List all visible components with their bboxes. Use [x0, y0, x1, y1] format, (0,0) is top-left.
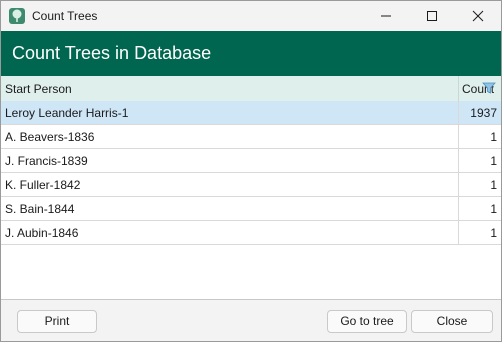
cell-separator	[458, 149, 459, 172]
count-trees-window: Count Trees Count Trees in Database Star…	[0, 0, 502, 342]
table-row[interactable]: K. Fuller-1842 1	[1, 173, 501, 197]
table-row[interactable]: S. Bain-1844 1	[1, 197, 501, 221]
cell-separator	[458, 197, 459, 220]
cell-separator	[458, 221, 459, 244]
cell-start-person: Leroy Leander Harris-1	[5, 106, 129, 120]
cell-start-person: A. Beavers-1836	[5, 130, 95, 144]
cell-count: 1	[490, 226, 497, 240]
column-header-start-person[interactable]: Start Person	[5, 82, 72, 96]
table-row[interactable]: J. Francis-1839 1	[1, 149, 501, 173]
cell-count: 1	[490, 130, 497, 144]
cell-count: 1	[490, 178, 497, 192]
cell-count: 1	[490, 202, 497, 216]
minimize-icon	[381, 15, 391, 17]
dialog-header: Count Trees in Database	[1, 31, 501, 76]
print-button[interactable]: Print	[17, 310, 97, 333]
trees-grid[interactable]: Start Person Count Leroy Leander Harris-…	[1, 76, 501, 300]
cell-separator	[458, 125, 459, 148]
cell-count: 1937	[470, 106, 497, 120]
close-button[interactable]: Close	[411, 310, 493, 333]
cell-separator	[458, 101, 459, 124]
title-bar[interactable]: Count Trees	[1, 1, 501, 31]
go-to-tree-button[interactable]: Go to tree	[327, 310, 407, 333]
grid-header: Start Person Count	[1, 76, 501, 102]
table-row[interactable]: A. Beavers-1836 1	[1, 125, 501, 149]
maximize-icon	[427, 11, 437, 21]
cell-start-person: J. Francis-1839	[5, 154, 88, 168]
window-title: Count Trees	[32, 9, 98, 23]
table-row[interactable]: J. Aubin-1846 1	[1, 221, 501, 245]
table-row-selected[interactable]: Leroy Leander Harris-1 1937	[1, 101, 501, 125]
cell-separator	[458, 173, 459, 196]
cell-start-person: S. Bain-1844	[5, 202, 75, 216]
cell-start-person: J. Aubin-1846	[5, 226, 79, 240]
tree-icon	[9, 8, 25, 24]
close-window-button[interactable]	[455, 1, 501, 31]
close-icon	[472, 10, 484, 22]
cell-start-person: K. Fuller-1842	[5, 178, 81, 192]
column-separator[interactable]	[458, 76, 459, 101]
header-title: Count Trees in Database	[12, 43, 212, 63]
cell-count: 1	[490, 154, 497, 168]
filter-icon[interactable]	[482, 82, 496, 94]
minimize-button[interactable]	[363, 1, 409, 31]
maximize-button[interactable]	[409, 1, 455, 31]
grid-rows: Leroy Leander Harris-1 1937 A. Beavers-1…	[1, 101, 501, 245]
